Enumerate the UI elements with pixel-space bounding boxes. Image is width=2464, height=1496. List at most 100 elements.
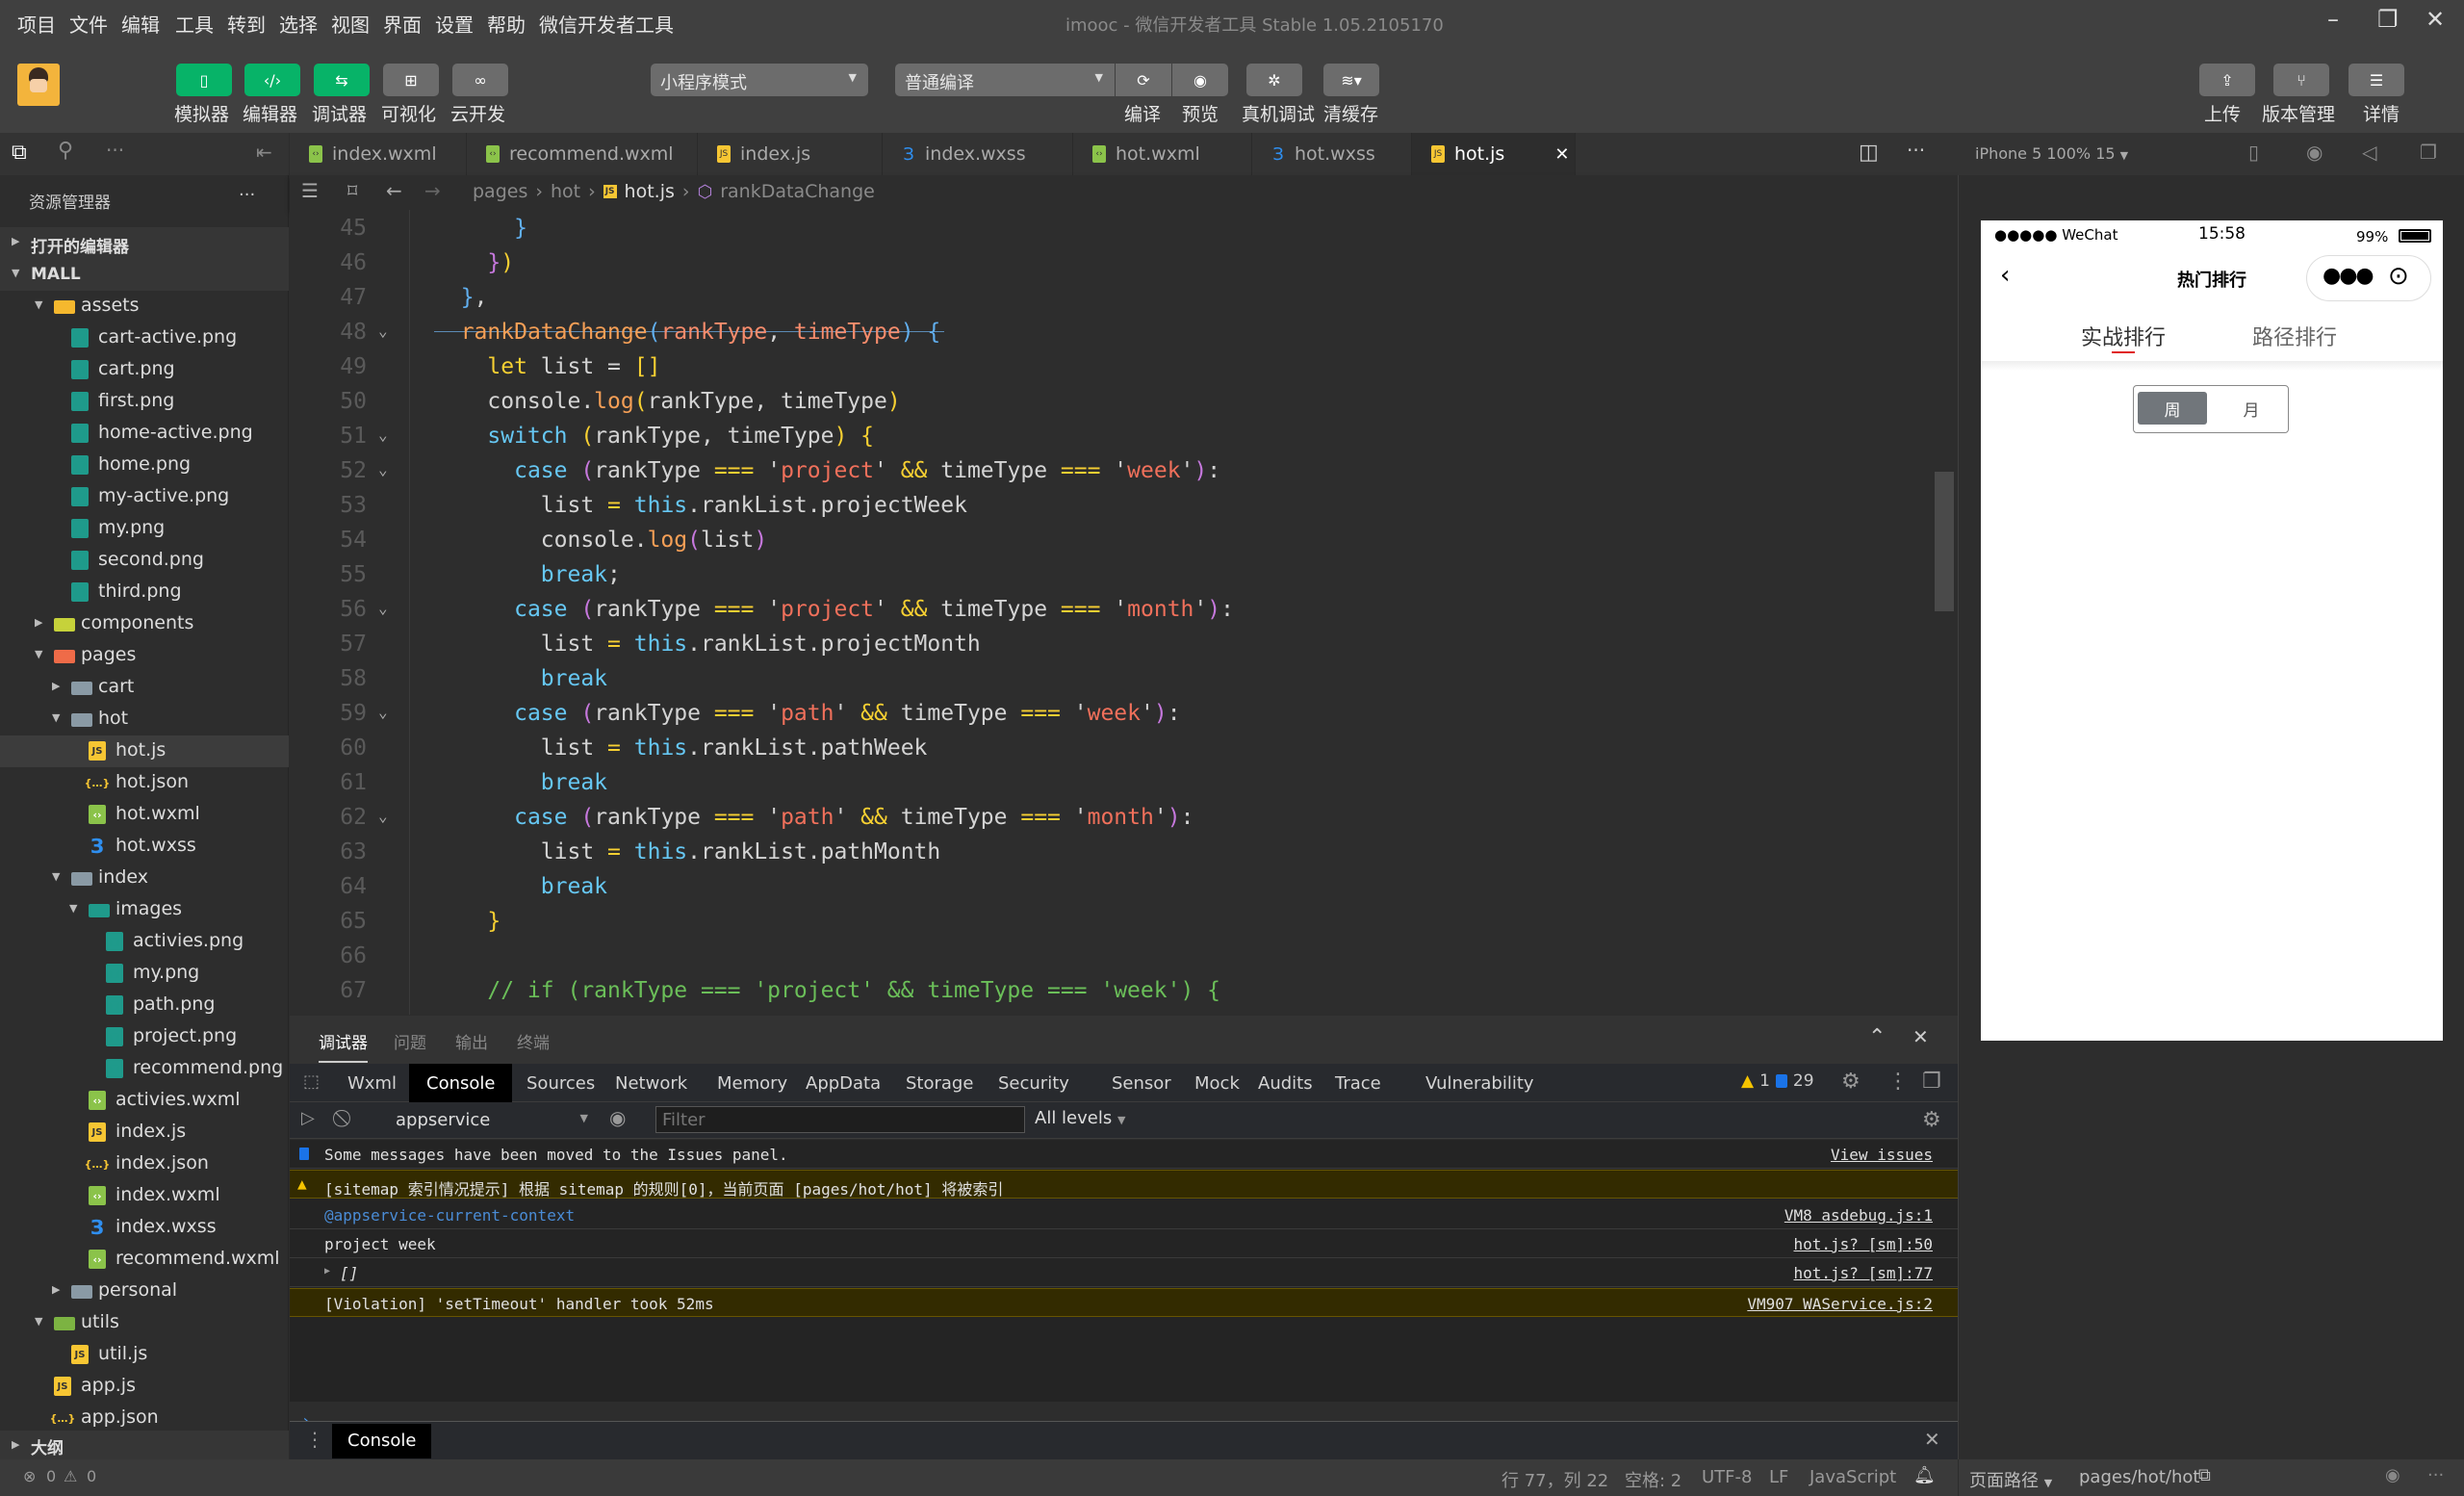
- tree-file[interactable]: Зhot.wxss: [0, 831, 289, 863]
- menu-item[interactable]: 帮助: [487, 10, 526, 38]
- warning-status-count[interactable]: 0: [87, 1467, 96, 1485]
- split-editor-icon[interactable]: ◫: [1859, 141, 1879, 165]
- chevron-down-icon[interactable]: ▼: [69, 902, 77, 915]
- tree-file[interactable]: JS index.js: [0, 1117, 289, 1148]
- chevron-right-icon[interactable]: ▶: [52, 1283, 60, 1296]
- panel-tab[interactable]: 调试器: [319, 1029, 368, 1063]
- clear-cache-button[interactable]: ≋▾: [1323, 64, 1379, 96]
- device-select[interactable]: iPhone 5 100% 15 ▼: [1975, 144, 2128, 163]
- source-link[interactable]: View issues: [1831, 1146, 1933, 1164]
- volume-icon[interactable]: ◁: [2362, 141, 2376, 164]
- settings-icon[interactable]: ⚙: [1841, 1070, 1861, 1094]
- tree-file[interactable]: ▣ cart.png: [0, 354, 289, 386]
- maximize-panel-icon[interactable]: ⌃: [1868, 1025, 1886, 1049]
- error-count[interactable]: 0: [46, 1467, 56, 1485]
- panel-tab[interactable]: 问题: [394, 1029, 426, 1053]
- tree-file[interactable]: ▣ home-active.png: [0, 418, 289, 450]
- kebab-menu-icon[interactable]: ⋮: [1887, 1070, 1909, 1094]
- tree-file[interactable]: ▣ my-active.png: [0, 481, 289, 513]
- tree-file[interactable]: ‹› recommend.wxml: [0, 1244, 289, 1276]
- devtools-tab-security[interactable]: Security: [981, 1064, 1087, 1102]
- fold-chevron-icon[interactable]: ⌄: [378, 807, 388, 825]
- tree-file[interactable]: ‹› index.wxml: [0, 1180, 289, 1212]
- tree-file[interactable]: JS app.js: [0, 1371, 289, 1403]
- search-icon[interactable]: ⚲: [58, 139, 73, 163]
- tree-folder[interactable]: ▼ pages: [0, 640, 289, 672]
- devtools-tab-appdata[interactable]: AppData: [788, 1064, 898, 1102]
- message-count[interactable]: 29: [1793, 1071, 1814, 1091]
- drawer-tab-console[interactable]: Console: [332, 1424, 432, 1458]
- remote-debug-button[interactable]: ✲: [1246, 64, 1302, 96]
- maximize-button[interactable]: ❐: [2377, 6, 2399, 33]
- tab-hot-wxml[interactable]: ‹› hot.wxml: [1073, 133, 1252, 175]
- fold-chevron-icon[interactable]: ⌄: [378, 703, 388, 721]
- page-path-select[interactable]: 页面路径 ▼: [1969, 1467, 2052, 1492]
- close-drawer-icon[interactable]: ✕: [1924, 1428, 1940, 1451]
- minimize-button[interactable]: –: [2327, 6, 2339, 33]
- back-icon[interactable]: ←: [386, 179, 402, 202]
- close-miniprogram-icon[interactable]: ⊙: [2388, 262, 2409, 291]
- menu-item[interactable]: 转到: [227, 10, 266, 38]
- undock-icon[interactable]: ❐: [1922, 1070, 1941, 1094]
- tree-file[interactable]: Зindex.wxss: [0, 1212, 289, 1244]
- tree-file[interactable]: ▣ second.png: [0, 545, 289, 577]
- tree-file[interactable]: ▣ activies.png: [0, 926, 289, 958]
- notification-bell-icon[interactable]: 🔔︎: [1913, 1465, 1936, 1485]
- chevron-right-icon[interactable]: ▶: [35, 616, 42, 629]
- tree-file[interactable]: {…} hot.json: [0, 767, 289, 799]
- eol[interactable]: LF: [1769, 1467, 1788, 1487]
- branch-button[interactable]: ⑂: [2273, 64, 2329, 96]
- menu-item[interactable]: 视图: [331, 10, 370, 38]
- devtools-tab-sensor[interactable]: Sensor: [1094, 1064, 1189, 1102]
- outline-list-icon[interactable]: ☰: [301, 179, 319, 202]
- tree-folder[interactable]: ▼ index: [0, 863, 289, 894]
- devtools-tab-storage[interactable]: Storage: [888, 1064, 990, 1102]
- levels-select[interactable]: All levels ▼: [1035, 1108, 1125, 1128]
- open-editors-section[interactable]: ▶ 打开的编辑器: [0, 227, 289, 259]
- error-icon[interactable]: ⊗: [23, 1467, 36, 1485]
- live-expression-icon[interactable]: ◉: [609, 1106, 626, 1129]
- tree-file[interactable]: ▣ cart-active.png: [0, 322, 289, 354]
- toolbar-cloud-button[interactable]: ∞: [452, 64, 508, 96]
- tree-file[interactable]: ▣ recommend.png: [0, 1053, 289, 1085]
- language-mode[interactable]: JavaScript: [1810, 1467, 1896, 1487]
- panel-tab[interactable]: 终端: [517, 1029, 550, 1053]
- tree-file[interactable]: ▣ home.png: [0, 450, 289, 481]
- tab-hot-wxss[interactable]: Зhot.wxss: [1252, 133, 1412, 175]
- detach-simulator-icon[interactable]: ❐: [2420, 141, 2437, 164]
- indent-setting[interactable]: 空格: 2: [1625, 1467, 1681, 1492]
- menu-item[interactable]: 编辑: [121, 10, 160, 38]
- devtools-tab-audits[interactable]: Audits: [1241, 1064, 1330, 1102]
- editor-scrollbar[interactable]: [1935, 472, 1954, 611]
- warning-status-icon[interactable]: ⚠: [64, 1467, 77, 1485]
- fold-chevron-icon[interactable]: ⌄: [378, 460, 388, 478]
- source-link[interactable]: VM907 WAService.js:2: [1747, 1295, 1933, 1313]
- eye-status-icon[interactable]: ◉: [2385, 1465, 2400, 1485]
- tab-index-wxss[interactable]: Зindex.wxss: [883, 133, 1073, 175]
- files-icon[interactable]: ⧉: [12, 141, 27, 165]
- avatar[interactable]: [17, 64, 60, 106]
- tree-file[interactable]: ▣ third.png: [0, 577, 289, 608]
- source-link[interactable]: hot.js? [sm]:77: [1794, 1264, 1934, 1282]
- tree-file[interactable]: ‹› activies.wxml: [0, 1085, 289, 1117]
- devtools-tab-network[interactable]: Network: [598, 1064, 705, 1102]
- tree-folder[interactable]: ▶ components: [0, 608, 289, 640]
- devtools-tab-console[interactable]: Console: [409, 1064, 513, 1102]
- breadcrumb-item[interactable]: rankDataChange: [720, 181, 875, 202]
- devtools-tab-vulnerability[interactable]: Vulnerability: [1408, 1064, 1552, 1102]
- forward-icon[interactable]: →: [424, 179, 441, 202]
- context-select[interactable]: appservice ▼: [396, 1106, 588, 1133]
- console-settings-icon[interactable]: ⚙: [1922, 1108, 1941, 1132]
- rotate-device-icon[interactable]: ▯: [2248, 141, 2259, 164]
- editor-more-icon[interactable]: ···: [1907, 139, 1925, 162]
- segment-week[interactable]: 周: [2138, 392, 2207, 425]
- upload-button[interactable]: ⇪: [2199, 64, 2255, 96]
- chevron-down-icon[interactable]: ▼: [35, 648, 42, 660]
- source-link[interactable]: VM8 asdebug.js:1: [1784, 1206, 1933, 1225]
- menu-item[interactable]: 界面: [383, 10, 422, 38]
- toolbar-layout-button[interactable]: ⊞: [383, 64, 439, 96]
- cursor-position[interactable]: 行 77，列 22: [1502, 1467, 1608, 1492]
- more-icon[interactable]: ···: [106, 139, 124, 162]
- tree-file[interactable]: ▣ my.png: [0, 513, 289, 545]
- chevron-down-icon[interactable]: ▼: [52, 870, 60, 883]
